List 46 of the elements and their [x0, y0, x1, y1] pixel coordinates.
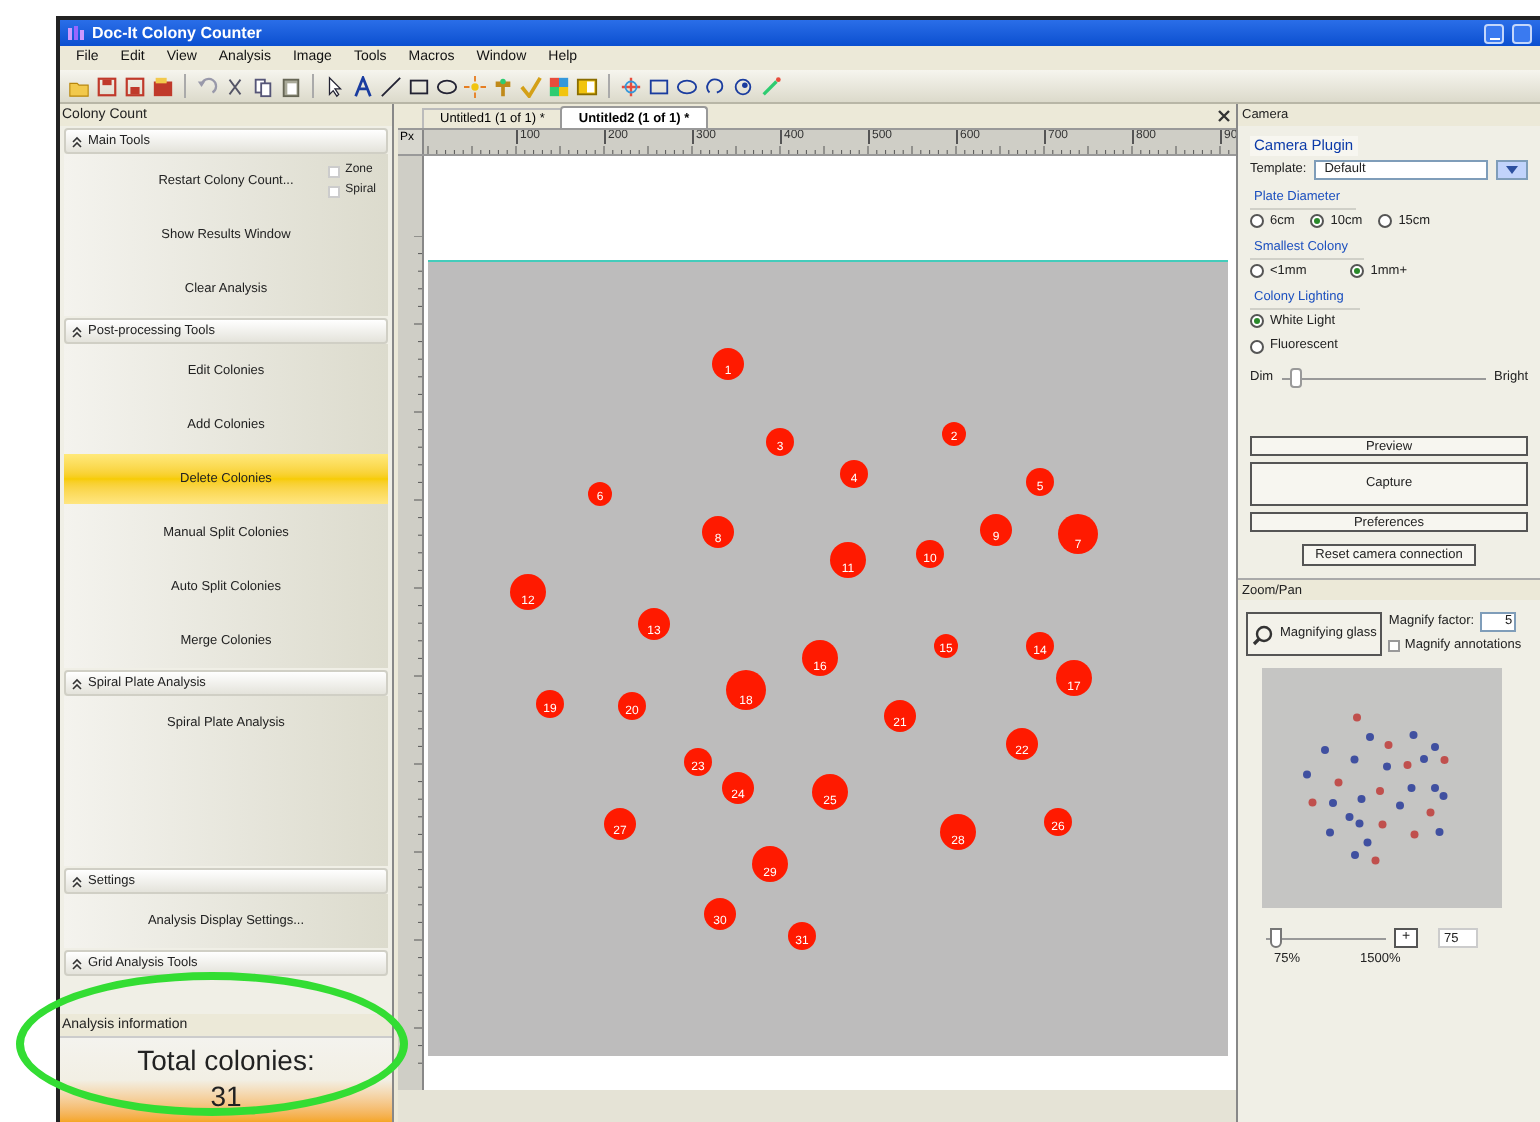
save-all-icon[interactable] [124, 75, 146, 97]
collapse-icon[interactable] [72, 957, 82, 969]
window-title: Doc-It Colony Counter [92, 21, 262, 45]
slider-thumb[interactable] [1290, 368, 1303, 388]
checkmark-icon[interactable] [520, 75, 542, 97]
magnifier-icon [1252, 623, 1274, 645]
collapse-icon[interactable] [72, 677, 82, 689]
collapse-icon[interactable] [72, 875, 82, 887]
lasso-icon[interactable] [704, 75, 726, 97]
paste-icon[interactable] [280, 75, 302, 97]
radio-button[interactable] [1250, 313, 1264, 328]
folder-icon[interactable] [152, 75, 174, 97]
copy-icon[interactable] [252, 75, 274, 97]
radio-button[interactable] [1250, 339, 1264, 354]
crosshair-icon[interactable] [620, 75, 642, 97]
checkbox[interactable] [1388, 639, 1401, 652]
dropdown-button[interactable] [1496, 160, 1528, 180]
line-tool-icon[interactable] [380, 75, 402, 97]
minimize-button[interactable] [1484, 23, 1504, 43]
zoom-slider[interactable] [1266, 928, 1386, 948]
rectangle-select-icon[interactable] [648, 75, 670, 97]
pointer-icon[interactable] [324, 75, 346, 97]
checkbox[interactable] [327, 185, 340, 197]
total-value: 31 [210, 1078, 242, 1114]
checkbox[interactable] [327, 165, 340, 177]
caret-icon [1506, 166, 1518, 174]
radio-button[interactable] [1378, 214, 1393, 229]
app-icon [68, 25, 84, 41]
ellipse-select-icon[interactable] [676, 75, 698, 97]
radio-button[interactable] [1250, 264, 1264, 279]
radio-button[interactable] [1250, 214, 1264, 229]
collapse-icon[interactable] [72, 135, 82, 147]
ellipse-tool-icon[interactable] [436, 75, 458, 97]
radio-button[interactable] [1350, 264, 1365, 279]
radio-button[interactable] [1310, 214, 1325, 229]
save-icon[interactable] [96, 75, 118, 97]
brightness-slider[interactable] [1281, 368, 1487, 388]
slider-thumb[interactable] [1270, 928, 1283, 948]
total-label: Total colonies: [137, 1042, 315, 1078]
window-icon[interactable] [576, 75, 598, 97]
palette-icon[interactable] [548, 75, 570, 97]
close-icon[interactable] [1218, 110, 1230, 122]
collapse-icon[interactable] [72, 325, 82, 337]
cut-icon[interactable] [224, 75, 246, 97]
rectangle-tool-icon[interactable] [408, 75, 430, 97]
text-tool-icon[interactable] [352, 75, 374, 97]
